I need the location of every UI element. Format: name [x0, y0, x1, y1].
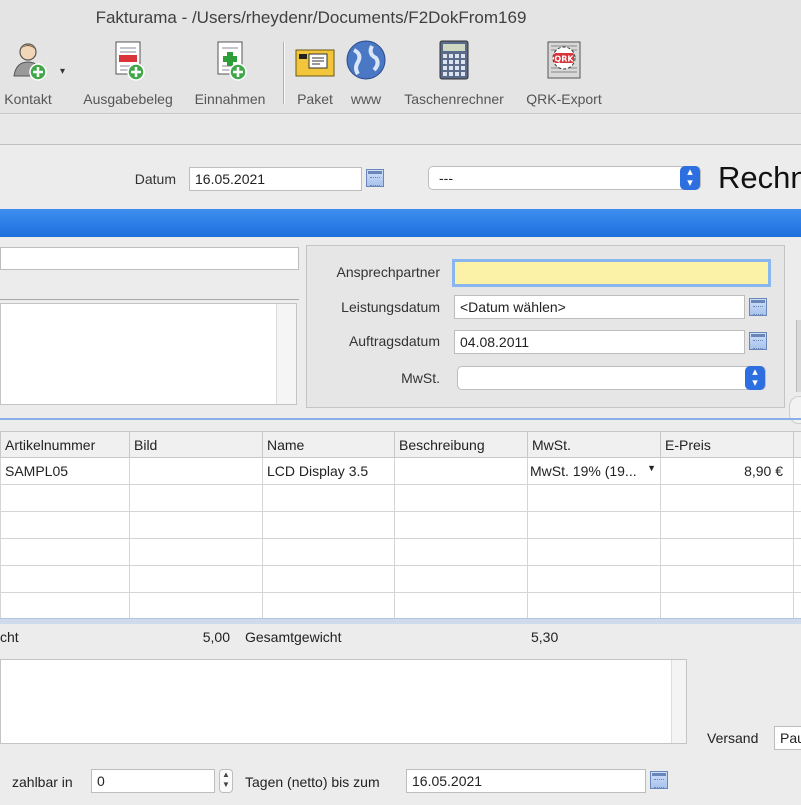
document-type-value: ---	[439, 170, 453, 186]
cell-artikelnummer[interactable]: SAMPL05	[0, 457, 130, 485]
weight-value: 5,00	[202, 629, 230, 645]
column-header-mwst[interactable]: MwSt.	[527, 431, 661, 458]
table-row[interactable]	[0, 511, 801, 539]
total-weight-value: 5,30	[531, 629, 559, 645]
shipping-label: Versand	[707, 730, 759, 746]
table-row[interactable]	[0, 538, 801, 566]
notes-scrollbar[interactable]	[671, 660, 686, 743]
qrk-export-icon: QRK	[547, 41, 581, 79]
cell-beschreibung[interactable]	[394, 457, 528, 485]
date-field[interactable]: 16.05.2021	[189, 167, 362, 191]
address-name-field[interactable]	[0, 247, 299, 270]
table-row[interactable]	[0, 484, 801, 512]
notes-textarea[interactable]	[0, 659, 687, 744]
kontakt-dropdown-arrow-icon[interactable]: ▾	[60, 66, 65, 77]
pay-days-field[interactable]: 0	[91, 769, 215, 793]
table-row[interactable]	[0, 592, 801, 620]
toolbar-qrk-export-label: QRK-Export	[526, 91, 602, 107]
address-textarea[interactable]	[0, 303, 297, 405]
contact-person-label: Ansprechpartner	[336, 264, 440, 280]
service-date-calendar-icon[interactable]	[749, 298, 767, 316]
pay-days-stepper[interactable]: ▲ ▼	[219, 769, 233, 793]
window-title: Fakturama - /Users/rheydenr/Documents/F2…	[95, 8, 527, 27]
document-type-select[interactable]: --- ▴ ▾	[428, 166, 701, 190]
toolbar-separator	[283, 42, 285, 104]
toolbar-kontakt-button[interactable]: Kontakt	[0, 40, 56, 107]
column-header-name[interactable]: Name	[262, 431, 395, 458]
toolbar-subband	[0, 115, 801, 145]
column-header-beschreibung[interactable]: Beschreibung	[394, 431, 528, 458]
toolbar: Kontakt ▾ Ausgabebeleg Einnahmen Paket w…	[0, 34, 801, 114]
side-drawer-handle[interactable]	[796, 320, 801, 392]
address-scrollbar[interactable]	[276, 304, 296, 404]
toolbar-ausgabebeleg-button[interactable]: Ausgabebeleg	[78, 40, 178, 107]
toolbar-einnahmen-button[interactable]: Einnahmen	[190, 40, 270, 107]
column-header-epreis[interactable]: E-Preis	[660, 431, 794, 458]
cell-epreis[interactable]: 8,90 €	[660, 457, 794, 485]
toolbar-www-button[interactable]: www	[344, 40, 388, 107]
cell-mwst[interactable]: MwSt. 19% (19... ▼	[527, 457, 661, 485]
table-row[interactable]	[0, 565, 801, 593]
due-date-field[interactable]: 16.05.2021	[406, 769, 646, 793]
column-header-artikelnummer[interactable]: Artikelnummer	[0, 431, 130, 458]
cell-mwst-value: MwSt. 19% (19...	[530, 463, 637, 479]
toolbar-www-label: www	[350, 91, 382, 107]
toolbar-taschenrechner-button[interactable]: Taschenrechner	[398, 40, 510, 107]
toolbar-paket-label: Paket	[297, 91, 333, 107]
shipping-field[interactable]: Pau	[774, 726, 801, 750]
column-header-overflow	[793, 431, 801, 458]
table-bottom-divider	[0, 618, 801, 624]
pay-days-suffix-label: Tagen (netto) bis zum	[245, 774, 380, 790]
order-date-calendar-icon[interactable]	[749, 332, 767, 350]
table-top-divider	[0, 418, 801, 420]
divider	[0, 299, 299, 300]
calculator-icon	[439, 40, 469, 80]
title-bar: Fakturama - /Users/rheydenr/Documents/F2…	[0, 0, 801, 34]
toolbar-taschenrechner-label: Taschenrechner	[404, 91, 504, 107]
toolbar-qrk-export-button[interactable]: QRK QRK-Export	[522, 40, 606, 107]
cell-overflow	[793, 457, 801, 485]
income-add-icon	[217, 41, 247, 81]
vat-select[interactable]: ▴ ▾	[457, 366, 766, 390]
due-date-calendar-icon[interactable]	[650, 771, 668, 789]
column-header-bild[interactable]: Bild	[129, 431, 263, 458]
expense-add-icon	[115, 41, 145, 81]
document-title: Rechn	[718, 160, 801, 195]
cell-bild[interactable]	[129, 457, 263, 485]
section-header-band	[0, 209, 801, 237]
table-row[interactable]: SAMPL05 LCD Display 3.5 MwSt. 19% (19...…	[0, 457, 801, 485]
toolbar-paket-button[interactable]: Paket	[292, 40, 338, 107]
order-date-field[interactable]: 04.08.2011	[454, 330, 745, 354]
service-date-field[interactable]: <Datum wählen>	[454, 295, 745, 319]
cell-name[interactable]: LCD Display 3.5	[262, 457, 395, 485]
svg-text:QRK: QRK	[554, 55, 574, 64]
date-calendar-icon[interactable]	[366, 169, 384, 187]
toolbar-einnahmen-label: Einnahmen	[194, 91, 266, 107]
table-header-row: Artikelnummer Bild Name Beschreibung MwS…	[0, 431, 801, 458]
vat-label: MwSt.	[401, 370, 440, 386]
weight-label: cht	[0, 629, 19, 645]
contact-person-field[interactable]	[452, 259, 771, 287]
globe-icon	[346, 40, 386, 80]
pay-in-label: zahlbar in	[12, 774, 73, 790]
package-icon	[295, 49, 335, 77]
order-date-label: Auftragsdatum	[348, 333, 440, 349]
service-date-label: Leistungsdatum	[341, 299, 440, 315]
total-weight-label: Gesamtgewicht	[245, 629, 342, 645]
cell-mwst-dropdown-icon[interactable]: ▼	[647, 463, 656, 473]
vat-select-arrows-icon: ▴ ▾	[745, 366, 765, 390]
contact-add-icon	[13, 43, 47, 81]
toolbar-kontakt-label: Kontakt	[4, 91, 52, 107]
select-arrows-icon: ▴ ▾	[680, 166, 700, 190]
items-table: Artikelnummer Bild Name Beschreibung MwS…	[0, 431, 801, 620]
toolbar-ausgabebeleg-label: Ausgabebeleg	[83, 91, 173, 107]
date-label: Datum	[134, 171, 176, 187]
